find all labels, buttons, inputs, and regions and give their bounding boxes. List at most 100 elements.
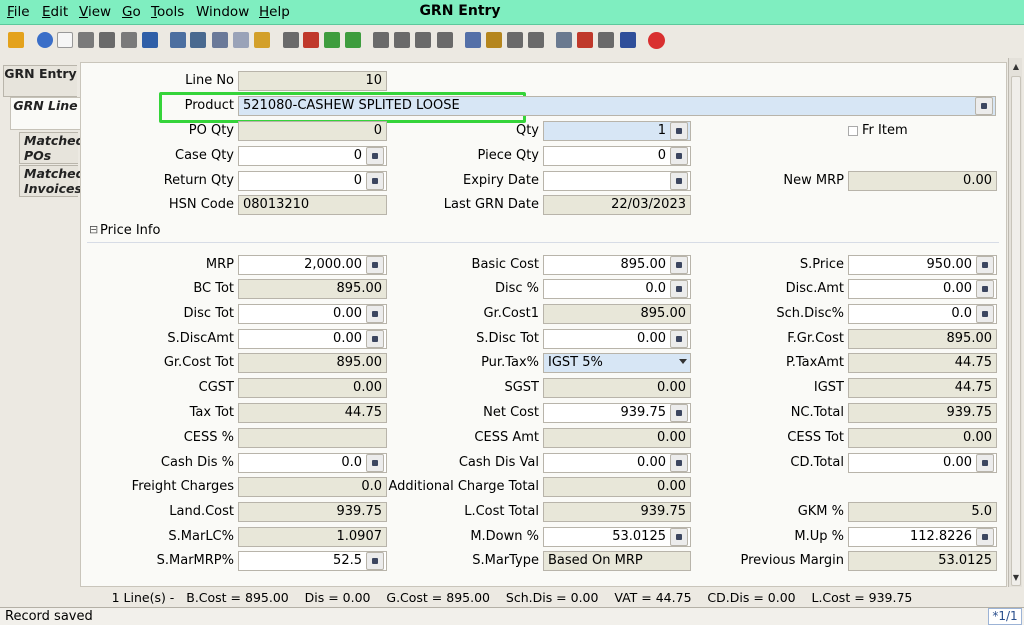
vertical-scrollbar[interactable]: ▲ ▼ [1008,58,1022,587]
basic-cost-field[interactable]: 895.00 [543,255,691,275]
cash-dis-val-field-lookup-icon[interactable] [670,454,688,472]
cd-total-field[interactable]: 0.00 [848,453,997,473]
product-field[interactable]: 521080-CASHEW SPLITED LOOSE [238,96,996,116]
qty-field[interactable]: 1 [543,121,691,141]
cash-dis-val-field[interactable]: 0.00 [543,453,691,473]
refresh-icon[interactable] [170,32,186,48]
basic-cost-field-lookup-icon[interactable] [670,256,688,274]
s-disc-tot-field-lookup-icon[interactable] [670,330,688,348]
cash-dis-pct-field-lookup-icon[interactable] [366,454,384,472]
s-disc-tot-label: S.Disc Tot [476,331,539,346]
mrp-label: MRP [205,257,234,272]
case-qty-field-lookup-icon[interactable] [366,147,384,165]
expiry-date-field-lookup-icon[interactable] [670,172,688,190]
delete-icon[interactable] [99,32,115,48]
save-icon[interactable] [142,32,158,48]
chat-icon[interactable] [233,32,249,48]
f-gr-cost-label: F.Gr.Cost [787,331,844,346]
first-record-icon[interactable] [373,32,389,48]
price-info-section-header[interactable]: ⊟ Price Info [87,221,999,243]
undo-icon[interactable] [8,32,24,48]
product-label: Product [184,98,234,113]
return-qty-field-lookup-icon[interactable] [366,172,384,190]
piece-qty-field-lookup-icon[interactable] [670,147,688,165]
mrp-field[interactable]: 2,000.00 [238,255,387,275]
s-price-field-lookup-icon[interactable] [976,256,994,274]
s-disc-tot-field[interactable]: 0.00 [543,329,691,349]
disc-pct-field[interactable]: 0.0 [543,279,691,299]
previous-record-icon[interactable] [394,32,410,48]
disc-pct-field-lookup-icon[interactable] [670,280,688,298]
cash-dis-pct-field[interactable]: 0.0 [238,453,387,473]
document-icon[interactable] [620,32,636,48]
disc-tot-field[interactable]: 0.00 [238,304,387,324]
cd-total-field-lookup-icon[interactable] [976,454,994,472]
s-marmrp-field-lookup-icon[interactable] [366,552,384,570]
new-mrp-field: 0.00 [848,171,997,191]
mrp-field-lookup-icon[interactable] [366,256,384,274]
disc-amt-field[interactable]: 0.00 [848,279,997,299]
zoom-icon[interactable] [556,32,572,48]
scroll-thumb[interactable] [1011,76,1021,586]
piece-qty-field[interactable]: 0 [543,146,691,166]
sgst-field: 0.00 [543,378,691,398]
product-icon[interactable] [598,32,614,48]
report-icon[interactable] [254,32,270,48]
cess-tot-label: CESS Tot [787,430,844,445]
expiry-date-field[interactable] [543,171,691,191]
print-preview-icon[interactable] [465,32,481,48]
summary-line: 1 Line(s) - B.Cost = 895.00 Dis = 0.00 G… [111,590,913,605]
print-icon[interactable] [486,32,502,48]
add-charge-label: Additional Charge Total [388,479,539,494]
disc-tot-field-lookup-icon[interactable] [366,305,384,323]
s-price-field[interactable]: 950.00 [848,255,997,275]
home-icon[interactable] [303,32,319,48]
net-cost-field-lookup-icon[interactable] [670,404,688,422]
copy-icon[interactable] [78,32,94,48]
tab-grn-line[interactable]: GRN Line [10,97,80,130]
scroll-up-icon[interactable]: ▲ [1009,60,1023,74]
help-icon[interactable] [37,32,53,48]
return-qty-field[interactable]: 0 [238,171,387,191]
tab-grn-entry[interactable]: GRN Entry [3,65,77,97]
case-qty-field[interactable]: 0 [238,146,387,166]
request-icon[interactable] [507,32,523,48]
product-field-lookup-icon[interactable] [975,97,993,115]
close-icon[interactable] [648,32,665,49]
disc-pct-label: Disc % [494,281,539,296]
status-message: Record saved [5,609,93,624]
archive-icon[interactable] [283,32,299,48]
attach-icon[interactable] [212,32,228,48]
forward-icon[interactable] [345,32,361,48]
find-icon[interactable] [190,32,206,48]
sch-disc-field-lookup-icon[interactable] [976,305,994,323]
m-up-field-lookup-icon[interactable] [976,528,994,546]
s-discamt-field[interactable]: 0.00 [238,329,387,349]
igst-field: 44.75 [848,378,997,398]
disc-amt-field-lookup-icon[interactable] [976,280,994,298]
qty-field-lookup-icon[interactable] [670,122,688,140]
m-up-field[interactable]: 112.8226 [848,527,997,547]
back-icon[interactable] [324,32,340,48]
tab-matched-pos[interactable]: Matched POs [19,132,85,164]
dropdown-arrow-icon[interactable] [679,359,687,364]
fr-item-checkbox[interactable] [848,126,858,136]
tab-matched-invoices[interactable]: Matched Invoices [19,165,85,197]
new-icon[interactable] [57,32,73,48]
s-marmrp-field[interactable]: 52.5 [238,551,387,571]
pur-tax-field[interactable]: IGST 5% [543,353,691,373]
workflow-icon[interactable] [577,32,593,48]
cash-dis-pct-label: Cash Dis % [160,455,234,470]
net-cost-field[interactable]: 939.75 [543,403,691,423]
m-down-field-lookup-icon[interactable] [670,528,688,546]
s-discamt-field-lookup-icon[interactable] [366,330,384,348]
collapse-icon[interactable]: ⊟ [89,223,98,236]
scroll-down-icon[interactable]: ▼ [1009,571,1023,585]
last-record-icon[interactable] [437,32,453,48]
m-down-field[interactable]: 53.0125 [543,527,691,547]
cut-icon[interactable] [121,32,137,48]
next-record-icon[interactable] [415,32,431,48]
sch-disc-field[interactable]: 0.0 [848,304,997,324]
process-icon[interactable] [528,32,544,48]
page-indicator[interactable]: *1/1 [988,608,1022,625]
